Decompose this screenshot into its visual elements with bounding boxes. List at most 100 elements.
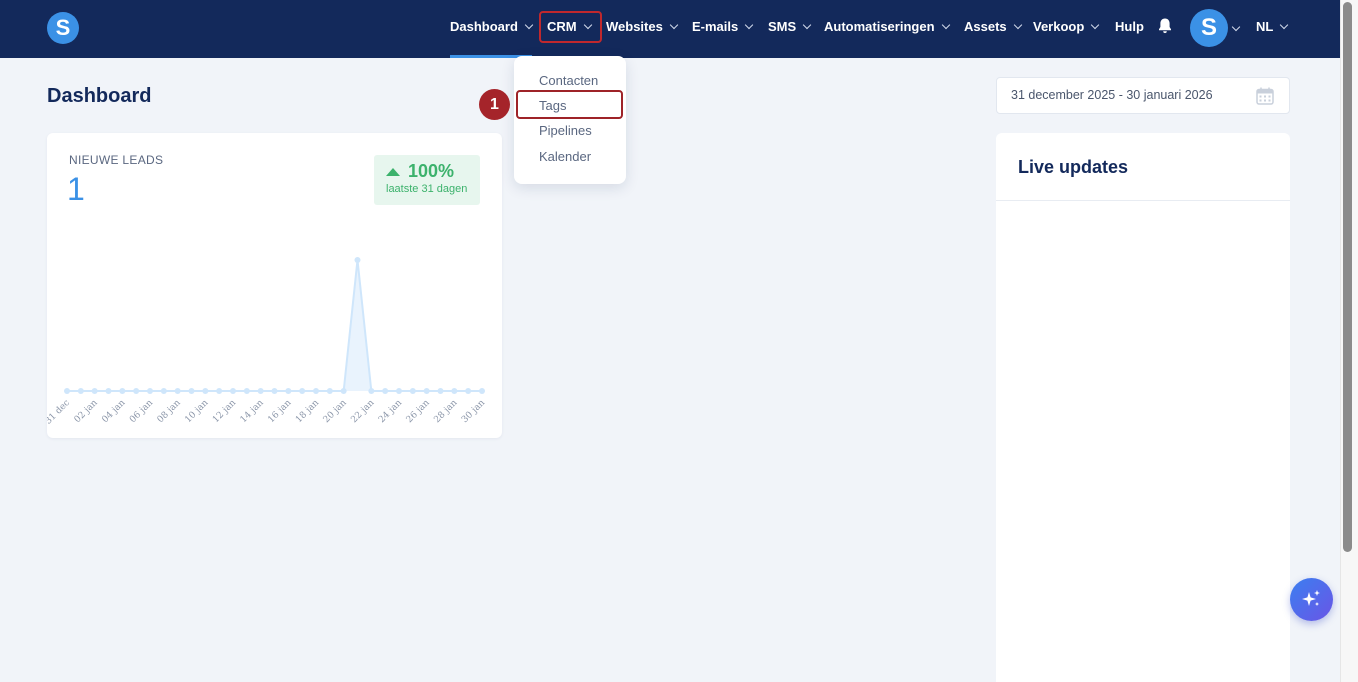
- menu-item-pipelines[interactable]: Pipelines: [539, 123, 592, 139]
- nav-dashboard-label: Dashboard: [450, 19, 518, 34]
- nav-automatiseringen[interactable]: Automatiseringen: [824, 18, 950, 36]
- nav-assets-label: Assets: [964, 19, 1007, 34]
- nav-emails[interactable]: E-mails: [692, 18, 754, 36]
- step-number-badge: 1: [479, 89, 510, 120]
- x-tick-label: 16 jan: [266, 398, 293, 425]
- chart-point[interactable]: [465, 388, 472, 394]
- chart-point[interactable]: [257, 388, 264, 394]
- new-leads-chart: 31 dec 02 jan 04 jan 06 jan 08 jan 10 jan 12 j…: [47, 257, 487, 427]
- chart-point[interactable]: [382, 388, 389, 394]
- top-navigation: S Dashboard CRM Websites E-mails SMS Aut…: [0, 0, 1340, 58]
- chart-point[interactable]: [354, 257, 361, 263]
- chevron-down-icon: [745, 20, 754, 30]
- date-range-value: 31 december 2025 - 30 januari 2026: [1011, 88, 1213, 102]
- nav-sms[interactable]: SMS: [768, 18, 812, 36]
- x-tick-label: 04 jan: [100, 398, 127, 425]
- x-tick-label: 31 dec: [47, 398, 72, 427]
- x-tick-label: 30 jan: [460, 398, 487, 425]
- chart-point[interactable]: [271, 388, 278, 394]
- x-tick-label: 06 jan: [128, 398, 155, 425]
- chart-point[interactable]: [423, 388, 430, 394]
- x-tick-label: 24 jan: [377, 398, 404, 425]
- new-leads-card: NIEUWE LEADS 1 100% laatste 31 dagen 31 …: [47, 133, 502, 438]
- chevron-down-icon: [941, 20, 950, 30]
- nav-dashboard[interactable]: Dashboard: [450, 18, 534, 36]
- divider: [996, 200, 1290, 201]
- chart-point[interactable]: [160, 388, 167, 394]
- x-tick-label: 20 jan: [322, 398, 349, 425]
- live-updates-card: Live updates: [996, 133, 1290, 682]
- chart-point[interactable]: [105, 388, 112, 394]
- crm-highlight-box: [539, 11, 602, 43]
- chart-point[interactable]: [479, 388, 485, 394]
- chart-point[interactable]: [299, 388, 306, 394]
- crm-dropdown-menu: Contacten Tags Pipelines Kalender: [514, 56, 626, 184]
- chevron-down-icon: [669, 20, 679, 30]
- live-updates-title: Live updates: [1018, 157, 1129, 177]
- chart-series-line: [67, 259, 482, 392]
- avatar-menu-toggle[interactable]: [1231, 20, 1241, 38]
- tags-highlight-box: [516, 90, 623, 119]
- x-tick-label: 22 jan: [349, 398, 376, 425]
- chart-point[interactable]: [285, 388, 292, 394]
- x-tick-label: 10 jan: [183, 398, 210, 425]
- chart-point[interactable]: [77, 388, 84, 394]
- chart-area: [67, 260, 482, 391]
- bell-icon[interactable]: [1157, 17, 1173, 35]
- nav-verkoop[interactable]: Verkoop: [1033, 18, 1100, 36]
- ai-assistant-button[interactable]: [1290, 578, 1333, 621]
- nav-verkoop-label: Verkoop: [1033, 19, 1085, 34]
- chevron-down-icon: [524, 20, 534, 30]
- nav-websites[interactable]: Websites: [606, 18, 679, 36]
- x-tick-label: 14 jan: [239, 398, 266, 425]
- x-tick-label: 28 jan: [432, 398, 459, 425]
- chart-point[interactable]: [396, 388, 402, 394]
- chevron-down-icon: [1013, 20, 1022, 30]
- chart-point[interactable]: [188, 388, 195, 394]
- chart-point[interactable]: [133, 388, 140, 394]
- menu-item-contacten[interactable]: Contacten: [539, 73, 598, 89]
- chevron-down-icon: [1231, 22, 1241, 32]
- x-tick-label: 26 jan: [405, 398, 432, 425]
- chart-point[interactable]: [202, 388, 209, 394]
- calendar-icon: [1256, 87, 1274, 105]
- chart-point[interactable]: [216, 388, 223, 394]
- chart-point[interactable]: [230, 388, 236, 394]
- chart-point[interactable]: [437, 388, 444, 394]
- nav-emails-label: E-mails: [692, 19, 739, 34]
- chart-point[interactable]: [409, 388, 416, 394]
- nav-websites-label: Websites: [606, 19, 663, 34]
- chart-point[interactable]: [451, 388, 458, 394]
- chart-point[interactable]: [340, 388, 347, 394]
- language-label: NL: [1256, 19, 1274, 34]
- chart-point[interactable]: [243, 388, 250, 394]
- sparkle-icon: [1302, 590, 1320, 606]
- chart-point[interactable]: [313, 388, 319, 394]
- chart-point[interactable]: [326, 388, 333, 394]
- nav-hulp[interactable]: Hulp: [1115, 18, 1144, 36]
- chevron-down-icon: [1280, 20, 1289, 30]
- chart-point[interactable]: [64, 388, 70, 394]
- user-avatar[interactable]: S: [1190, 9, 1228, 47]
- menu-item-kalender[interactable]: Kalender: [539, 149, 591, 165]
- nav-assets[interactable]: Assets: [964, 18, 1022, 36]
- app-logo[interactable]: S: [47, 12, 79, 44]
- x-tick-label: 12 jan: [211, 398, 238, 425]
- x-tick-label: 18 jan: [294, 398, 321, 425]
- chevron-down-icon: [802, 20, 812, 30]
- chart-point[interactable]: [368, 388, 375, 394]
- chevron-down-icon: [1091, 20, 1100, 30]
- chart-point[interactable]: [91, 388, 98, 394]
- page-title: Dashboard: [47, 85, 152, 107]
- scrollbar-thumb[interactable]: [1343, 2, 1352, 552]
- x-tick-label: 08 jan: [156, 398, 183, 425]
- chart-point[interactable]: [119, 388, 126, 394]
- nav-hulp-label: Hulp: [1115, 19, 1144, 34]
- date-range-picker[interactable]: 31 december 2025 - 30 januari 2026: [996, 77, 1290, 114]
- chart-point[interactable]: [174, 388, 181, 394]
- x-tick-label: 02 jan: [73, 398, 100, 425]
- language-switcher[interactable]: NL: [1256, 18, 1289, 36]
- nav-automatiseringen-label: Automatiseringen: [824, 19, 935, 34]
- nav-sms-label: SMS: [768, 19, 797, 34]
- chart-point[interactable]: [147, 388, 153, 394]
